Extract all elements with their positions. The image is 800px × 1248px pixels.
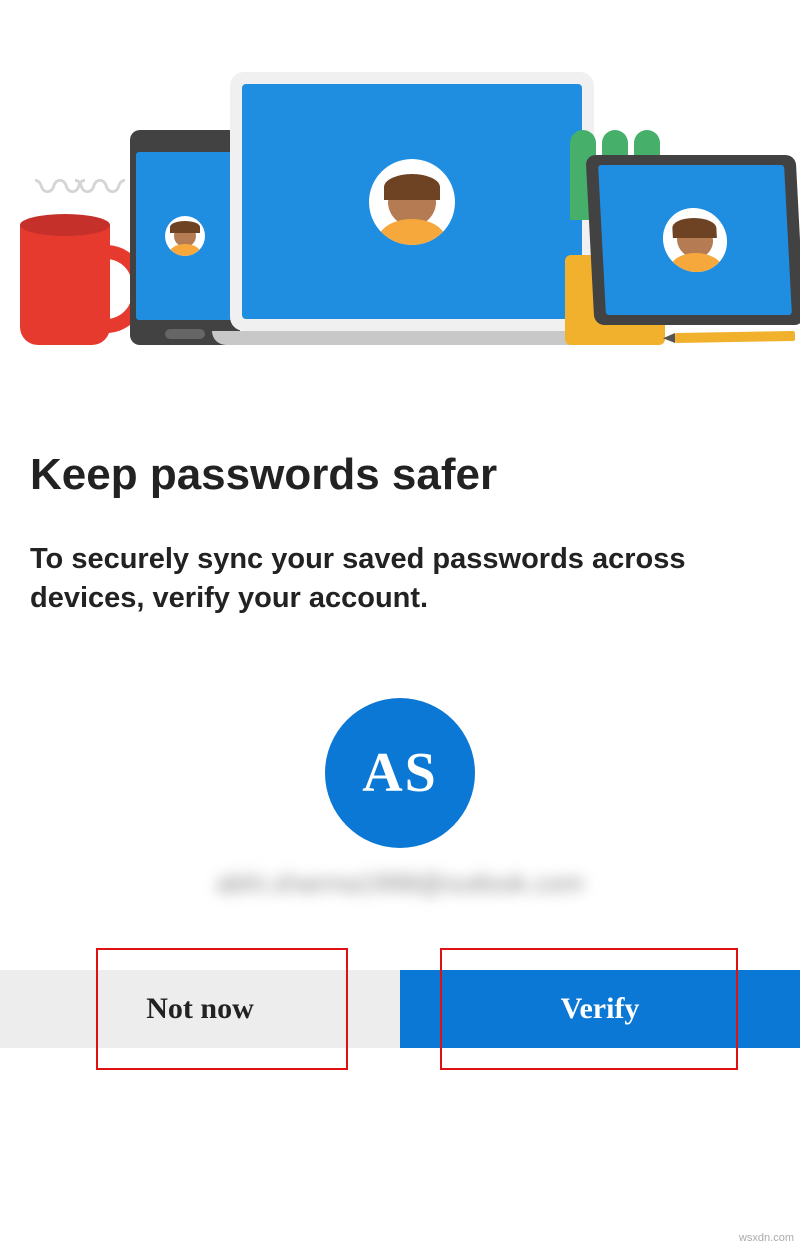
- page-title: Keep passwords safer: [30, 450, 770, 500]
- not-now-button[interactable]: Not now: [0, 970, 400, 1048]
- tablet-icon: [586, 155, 800, 325]
- verify-button[interactable]: Verify: [400, 970, 800, 1048]
- page-description: To securely sync your saved passwords ac…: [30, 540, 770, 618]
- action-bar: Not now Verify: [0, 970, 800, 1048]
- phone-icon: [130, 130, 240, 345]
- mug-icon: [20, 225, 110, 345]
- account-avatar: AS: [325, 698, 475, 848]
- laptop-icon: [230, 72, 612, 345]
- hero-illustration: 〰〰: [0, 0, 800, 400]
- watermark-text: wsxdn.com: [739, 1232, 794, 1244]
- account-section: AS abhi.sharma1998@outlook.com: [30, 698, 770, 899]
- account-email: abhi.sharma1998@outlook.com: [30, 868, 770, 899]
- pencil-icon: [675, 331, 795, 343]
- steam-icon: 〰〰: [35, 148, 115, 220]
- content-area: Keep passwords safer To securely sync yo…: [0, 400, 800, 899]
